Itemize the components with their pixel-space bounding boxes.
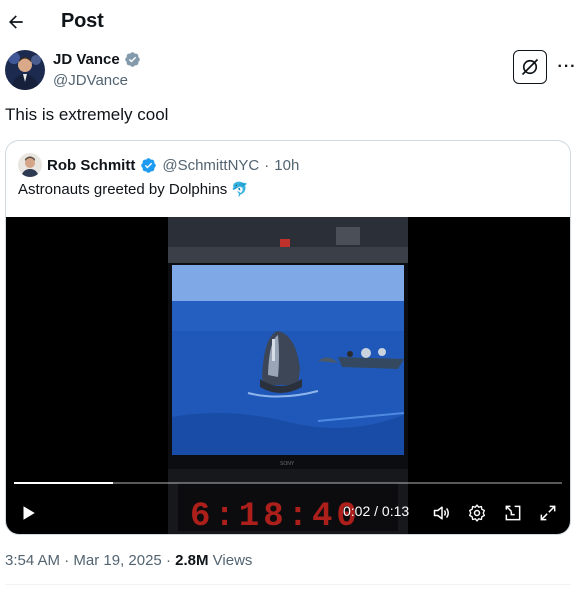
- volume-icon: [433, 506, 449, 520]
- play-icon: [23, 506, 35, 520]
- avatar[interactable]: [5, 50, 45, 90]
- video-progress-fill: [14, 482, 113, 484]
- more-options-button[interactable]: ···: [555, 55, 579, 79]
- views-count: 2.8M: [175, 552, 209, 569]
- quoted-post[interactable]: Rob Schmitt @SchmittNYC · 10h Astronauts…: [5, 140, 571, 535]
- post-time[interactable]: 3:54 AM: [5, 552, 60, 569]
- post-author: JD Vance @JDVance ···: [5, 50, 580, 92]
- views-label: Views: [212, 552, 253, 569]
- author-name[interactable]: JD Vance: [53, 51, 120, 68]
- author-handle[interactable]: @JDVance: [53, 72, 128, 89]
- minimize-icon: [505, 505, 521, 521]
- separator-dot: ·: [264, 156, 270, 174]
- quote-text: Astronauts greeted by Dolphins 🐬: [18, 181, 249, 198]
- video-time: 0:02 / 0:13: [343, 503, 410, 519]
- countdown-clock: 6:18:40: [190, 498, 361, 535]
- video-player[interactable]: SONY 6:18:40 0:02 / 0:13: [6, 217, 570, 535]
- quote-avatar[interactable]: [18, 153, 42, 177]
- fullscreen-button[interactable]: [536, 501, 560, 525]
- settings-icon: [469, 504, 485, 522]
- volume-button[interactable]: [430, 501, 454, 525]
- verified-badge-icon: [141, 157, 157, 173]
- grok-icon: [521, 58, 539, 76]
- verified-badge-icon: [124, 52, 140, 67]
- screen-brand: SONY: [280, 461, 295, 467]
- back-button[interactable]: [2, 8, 30, 36]
- separator-dot: ·: [64, 552, 70, 569]
- video-progress-bar[interactable]: [14, 482, 562, 484]
- minimize-button[interactable]: [501, 501, 525, 525]
- arrow-left-icon: [9, 15, 23, 29]
- top-bar: Post: [0, 0, 585, 44]
- separator-dot: ·: [165, 552, 171, 569]
- grok-button[interactable]: [513, 50, 547, 84]
- settings-button[interactable]: [465, 501, 489, 525]
- quote-author-handle[interactable]: @SchmittNYC: [162, 157, 259, 174]
- post-meta: 3:54 AM · Mar 19, 2025 · 2.8M Views: [5, 552, 252, 569]
- quote-text-body: Astronauts greeted by Dolphins: [18, 181, 228, 198]
- divider: [5, 584, 571, 585]
- post-text: This is extremely cool: [5, 105, 169, 124]
- quote-author-name[interactable]: Rob Schmitt: [47, 157, 135, 174]
- post-date[interactable]: Mar 19, 2025: [73, 552, 161, 569]
- play-button[interactable]: [16, 501, 40, 525]
- dolphin-emoji: 🐬: [231, 181, 249, 197]
- page-title: Post: [61, 10, 104, 32]
- quote-age[interactable]: 10h: [274, 157, 299, 174]
- video-frame[interactable]: SONY 6:18:40: [168, 217, 408, 535]
- fullscreen-icon: [540, 505, 556, 521]
